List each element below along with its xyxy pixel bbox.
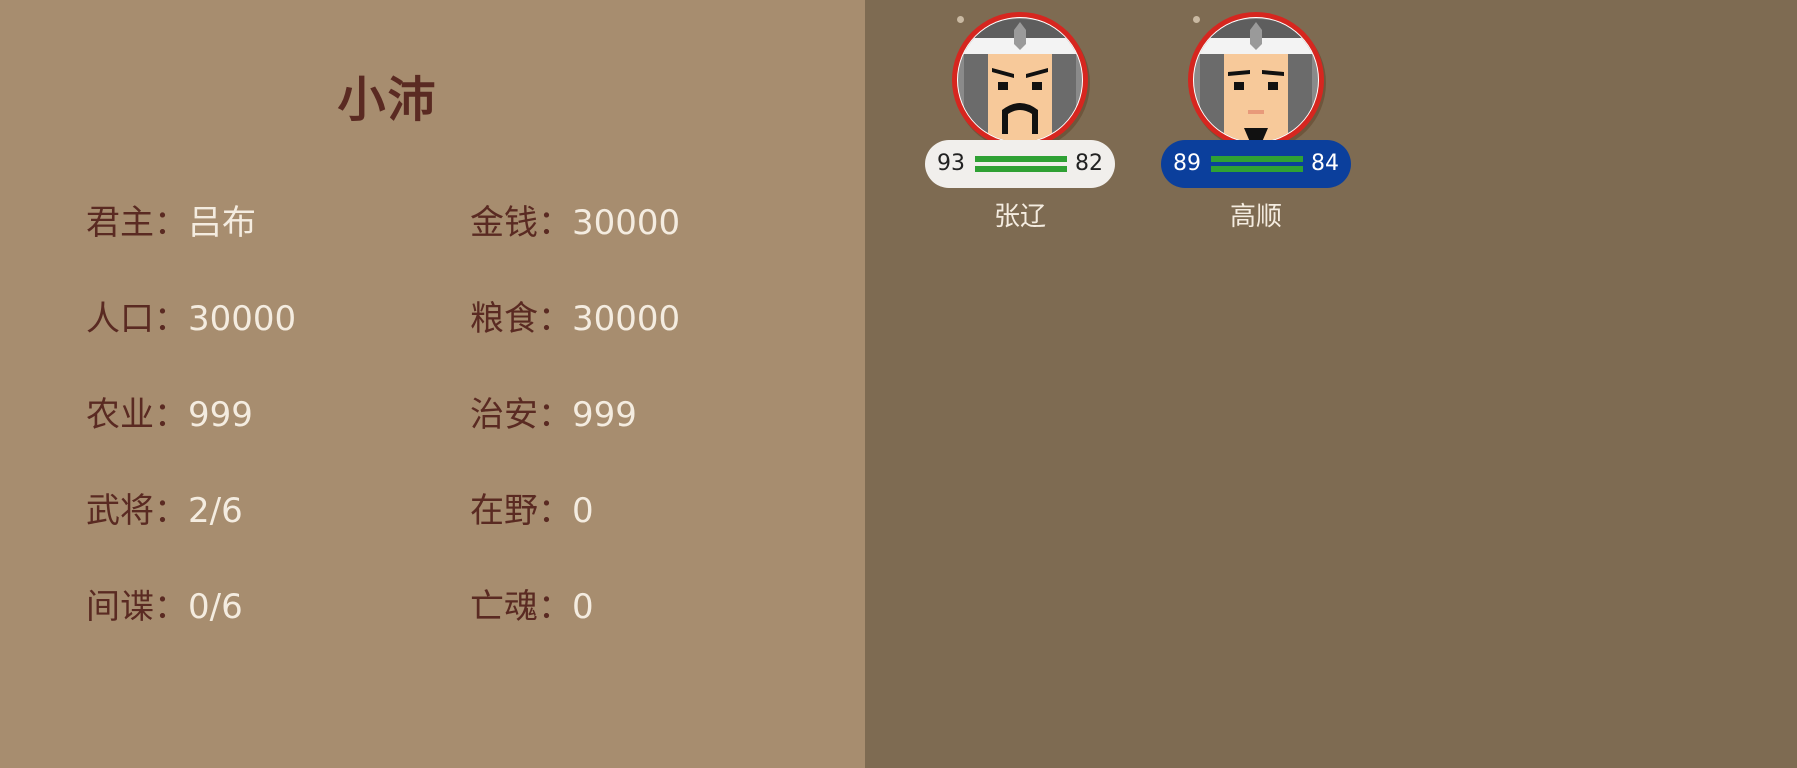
general-stat-right: 82	[1075, 151, 1103, 176]
stat-food-label: 粮食：	[470, 299, 572, 339]
stat-ruler-value: 吕布	[188, 203, 256, 243]
stat-unemployed: 在野：0	[470, 483, 594, 532]
general-stat-bar: 89 84	[1161, 140, 1351, 188]
stat-security-value: 999	[572, 395, 637, 435]
stat-generals-value: 2/6	[188, 491, 243, 531]
stat-souls-value: 0	[572, 587, 594, 627]
general-card[interactable]: 89 84 高顺	[1129, 0, 1351, 232]
stat-unemployed-value: 0	[572, 491, 594, 531]
stat-bar-bottom	[1211, 166, 1303, 172]
stat-bar-top	[1211, 156, 1303, 162]
stat-spies-value: 0/6	[188, 587, 243, 627]
stat-spies: 间谍：0/6	[86, 579, 243, 628]
general-portrait[interactable]	[1186, 10, 1326, 150]
stat-bar-bottom	[975, 166, 1067, 172]
stat-generals-label: 武将：	[86, 491, 188, 531]
general-card[interactable]: 93 82 张辽	[893, 0, 1115, 232]
stat-ruler-label: 君主：	[86, 203, 188, 243]
stat-agriculture-label: 农业：	[86, 395, 188, 435]
city-name: 小沛	[337, 72, 438, 128]
stat-money-value: 30000	[572, 203, 681, 243]
stat-souls-label: 亡魂：	[470, 587, 572, 627]
stat-money-label: 金钱：	[470, 203, 572, 243]
general-stat-bar: 93 82	[925, 140, 1115, 188]
general-name: 张辽	[993, 202, 1046, 232]
stat-souls: 亡魂：0	[470, 579, 594, 628]
stat-population-label: 人口：	[86, 299, 188, 339]
stat-security-label: 治安：	[470, 395, 572, 435]
stat-security: 治安：999	[470, 387, 637, 436]
city-info-panel: 小沛 君主：吕布 金钱：30000 人口：30000 粮食：30000 农业：9…	[0, 0, 865, 768]
stat-spies-label: 间谍：	[86, 587, 188, 627]
stat-agriculture: 农业：999	[86, 387, 253, 436]
general-stat-left: 93	[937, 151, 965, 176]
general-stat-left: 89	[1173, 151, 1201, 176]
stat-ruler: 君主：吕布	[86, 195, 256, 244]
general-stat-right: 84	[1311, 151, 1339, 176]
stat-generals: 武将：2/6	[86, 483, 243, 532]
stat-food-value: 30000	[572, 299, 681, 339]
stat-bar-top	[975, 156, 1067, 162]
stat-population: 人口：30000	[86, 291, 296, 340]
stat-unemployed-label: 在野：	[470, 491, 572, 531]
generals-panel: 93 82 张辽 89 84 高顺	[865, 0, 1797, 768]
general-name: 高顺	[1229, 202, 1282, 232]
general-portrait[interactable]	[950, 10, 1090, 150]
stat-agriculture-value: 999	[188, 395, 253, 435]
stat-population-value: 30000	[188, 299, 297, 339]
stat-money: 金钱：30000	[470, 195, 680, 244]
stat-food: 粮食：30000	[470, 291, 680, 340]
